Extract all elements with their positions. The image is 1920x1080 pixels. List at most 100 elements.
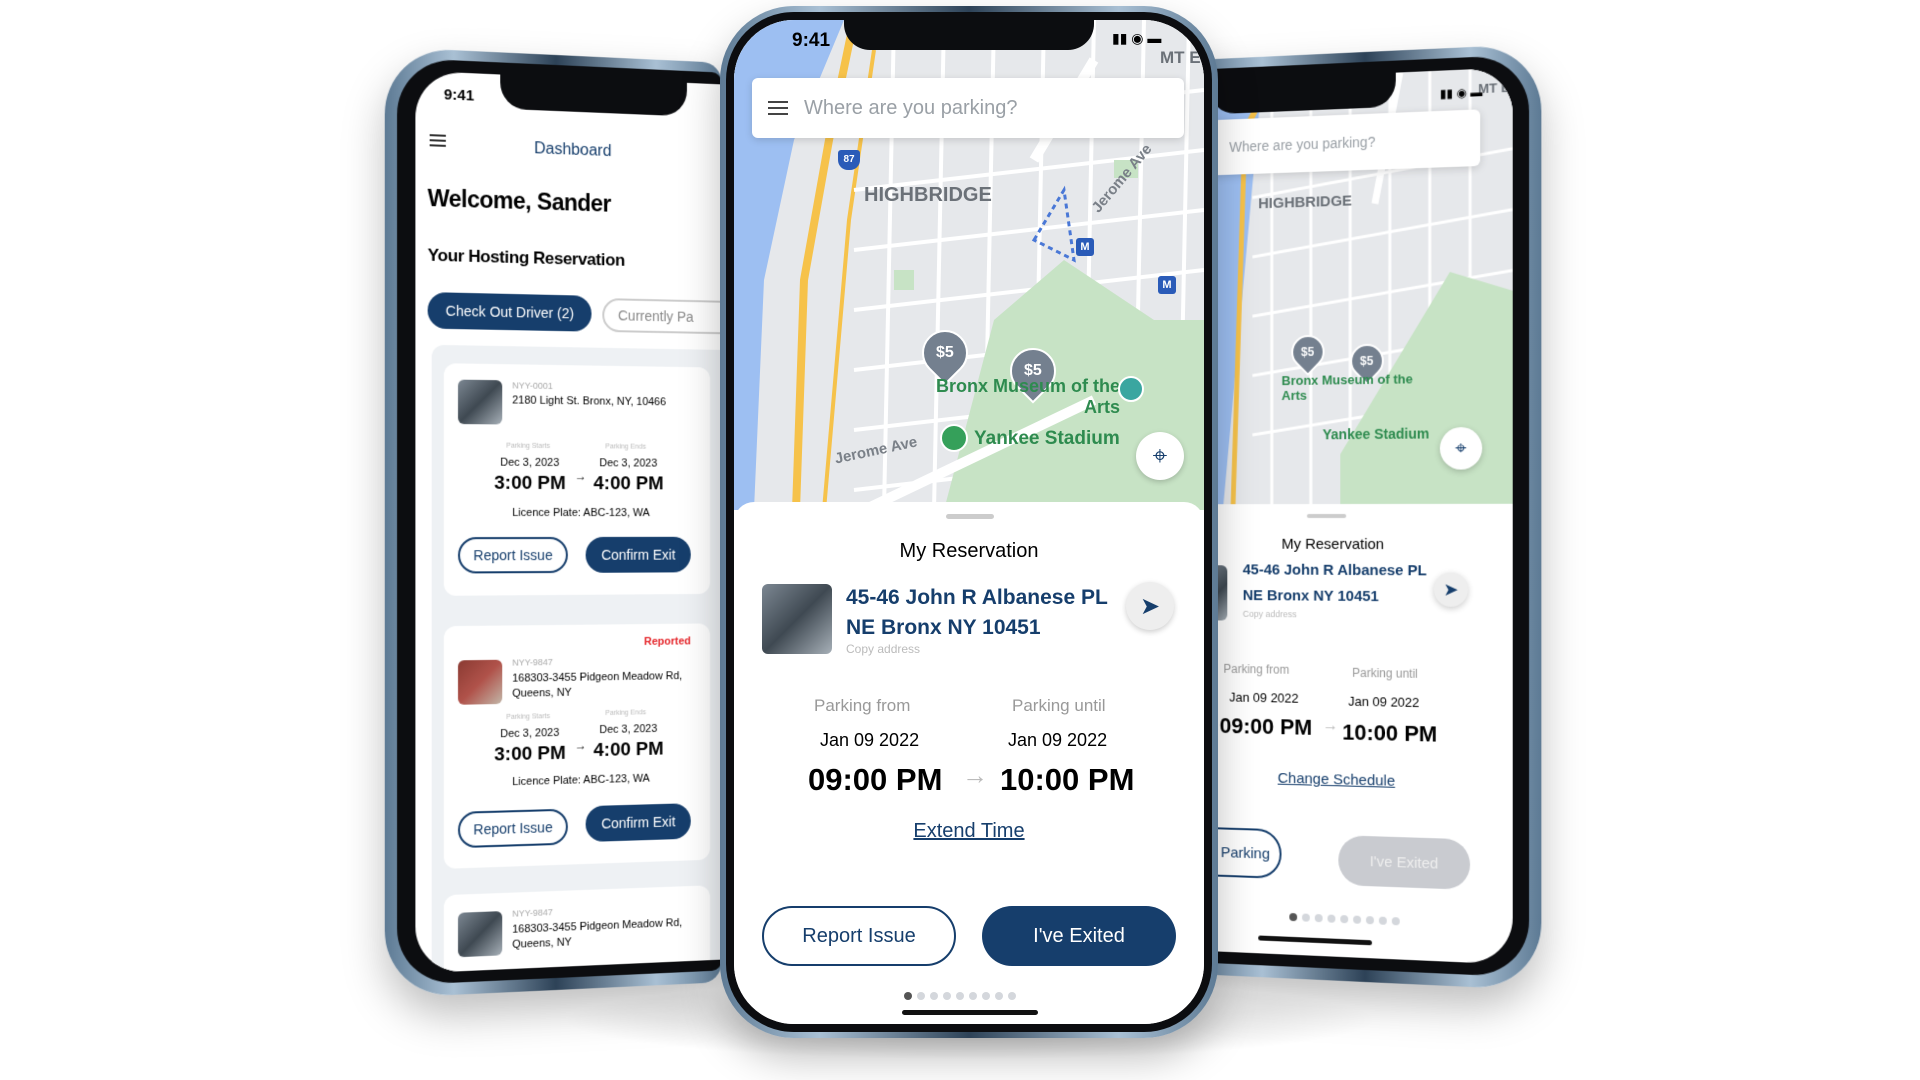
end-date: Dec 3, 2023 xyxy=(599,457,658,470)
arrow-right-icon: → xyxy=(574,469,587,484)
map-label-stadium: Yankee Stadium xyxy=(1322,425,1430,443)
copy-address-link[interactable]: Copy address xyxy=(1243,609,1297,619)
change-schedule-link[interactable]: Change Schedule xyxy=(1278,770,1395,790)
parking-photo xyxy=(457,379,503,425)
page-dot[interactable] xyxy=(1327,914,1336,923)
page-dot[interactable] xyxy=(956,992,964,1000)
confirm-exit-button[interactable]: Confirm Exit xyxy=(585,803,691,843)
navigate-button[interactable]: ➤ xyxy=(1433,572,1469,607)
start-date: Dec 3, 2023 xyxy=(500,456,560,470)
page-dot[interactable] xyxy=(1340,915,1349,924)
menu-icon[interactable] xyxy=(429,134,446,147)
page-dot[interactable] xyxy=(930,992,938,1000)
map-label-stadium: Yankee Stadium xyxy=(974,428,1120,449)
report-issue-button[interactable]: Report Issue xyxy=(457,808,568,849)
parking-photo xyxy=(457,659,503,705)
start-time: 3:00 PM xyxy=(494,472,566,495)
confirm-exit-button[interactable]: Confirm Exit xyxy=(585,536,691,573)
home-indicator[interactable] xyxy=(1258,935,1372,946)
arrow-right-icon: → xyxy=(962,760,988,790)
page-dot[interactable] xyxy=(995,992,1003,1000)
menu-icon[interactable] xyxy=(768,101,788,115)
report-issue-button[interactable]: Report Issue xyxy=(762,906,956,966)
page-dot[interactable] xyxy=(1314,913,1323,923)
arrow-right-icon: → xyxy=(574,738,587,753)
welcome-heading: Welcome, Sander xyxy=(427,184,611,217)
parking-until-label: Parking until xyxy=(1012,696,1106,715)
dashboard-screen: 9:41 Dashboard Welcome, Sander Your Host… xyxy=(415,70,722,974)
copy-address-link[interactable]: Copy address xyxy=(846,642,920,656)
search-input[interactable]: Where are you parking? xyxy=(752,78,1184,138)
status-badge: Reported xyxy=(644,635,691,648)
search-input[interactable]: Where are you parking? xyxy=(1194,109,1481,176)
parking-until-time: 10:00 PM xyxy=(1342,719,1438,747)
status-time: 9:41 xyxy=(443,86,475,105)
end-time: 4:00 PM xyxy=(593,473,664,495)
map-label-museum: Bronx Museum of the Arts xyxy=(935,376,1120,417)
end-date: Dec 3, 2023 xyxy=(599,722,658,737)
page-dot[interactable] xyxy=(1391,917,1400,926)
reservation-id: NYY-9847 xyxy=(512,907,553,919)
page-dot[interactable] xyxy=(1353,915,1362,924)
highway-shield-icon: 87 xyxy=(838,150,860,170)
page-dot[interactable] xyxy=(904,992,912,1000)
reservation-id: NYY-0001 xyxy=(512,380,553,391)
reservation-card: NYY-9847 168303-3455 Pidgeon Meadow Rd, … xyxy=(443,885,711,974)
start-label: Parking Starts xyxy=(506,442,551,450)
address-line1: 45-46 John R Albanese PL xyxy=(846,586,1108,609)
status-icons: ▮▮ ◉ ▬ xyxy=(1439,84,1483,101)
licence-plate: Licence Plate: ABC-123, WA xyxy=(512,506,650,520)
page-title: Dashboard xyxy=(534,140,612,161)
locate-me-button[interactable]: ⌖ xyxy=(1136,432,1184,480)
parking-from-date: Jan 09 2022 xyxy=(1229,689,1299,706)
sheet-handle[interactable] xyxy=(946,514,994,519)
page-dot[interactable] xyxy=(1008,992,1016,1000)
start-label: Parking Starts xyxy=(506,713,551,721)
reservation-card: Reported NYY-9847 168303-3455 Pidgeon Me… xyxy=(443,623,711,869)
start-time: 3:00 PM xyxy=(494,742,566,766)
map-view[interactable]: Where are you parking? MT E 87 HIGHBRIDG… xyxy=(734,20,1204,510)
parking-photo xyxy=(457,911,503,958)
reservation-title: My Reservation xyxy=(899,540,1039,562)
parking-from-label: Parking from xyxy=(1223,661,1290,677)
tab-currently-parked[interactable]: Currently Pa xyxy=(602,298,722,335)
end-label: Parking Ends xyxy=(605,709,646,718)
page-dot[interactable] xyxy=(1378,916,1387,925)
home-indicator[interactable] xyxy=(902,1010,1038,1015)
reservation-screen-alt: Where are you parking? HIGHBRIDGE MT E $… xyxy=(1194,67,1513,965)
navigate-button[interactable]: ➤ xyxy=(1126,582,1174,630)
right-phone: Where are you parking? HIGHBRIDGE MT E $… xyxy=(1194,43,1542,991)
arrow-right-icon: → xyxy=(1322,717,1339,735)
tab-check-out-driver[interactable]: Check Out Driver (2) xyxy=(427,292,592,332)
center-phone: Where are you parking? MT E 87 HIGHBRIDG… xyxy=(720,6,1218,1038)
parking-photo xyxy=(762,584,832,654)
exited-button-disabled[interactable]: I've Exited xyxy=(1338,835,1471,890)
status-icons: ▮▮ ◉ ▬ xyxy=(1112,30,1162,46)
exited-button[interactable]: I've Exited xyxy=(982,906,1176,966)
page-dot[interactable] xyxy=(943,992,951,1000)
locate-me-button[interactable]: ⌖ xyxy=(1439,426,1483,470)
address-line1: 45-46 John R Albanese PL xyxy=(1242,561,1427,580)
page-dot[interactable] xyxy=(969,992,977,1000)
parking-from-date: Jan 09 2022 xyxy=(820,730,920,750)
page-dot[interactable] xyxy=(1302,913,1310,922)
parking-until-label: Parking until xyxy=(1352,665,1418,681)
page-dot[interactable] xyxy=(1365,916,1374,925)
address-line2: NE Bronx NY 10451 xyxy=(1242,587,1379,606)
report-issue-button[interactable]: Report Issue xyxy=(457,536,568,574)
map-label-corner: MT E xyxy=(1478,79,1510,97)
parking-from-time: 09:00 PM xyxy=(808,762,943,797)
page-dot[interactable] xyxy=(917,992,925,1000)
section-heading: Your Hosting Reservation xyxy=(427,245,625,270)
start-date: Dec 3, 2023 xyxy=(500,726,560,741)
map-view[interactable]: Where are you parking? HIGHBRIDGE MT E $… xyxy=(1194,67,1513,505)
reservation-address: 2180 Light St. Bronx, NY, 10466 xyxy=(512,394,667,409)
page-dot[interactable] xyxy=(982,992,990,1000)
extend-time-link[interactable]: Extend Time xyxy=(734,820,1204,843)
page-dot[interactable] xyxy=(1289,912,1298,922)
reservation-address: 168303-3455 Pidgeon Meadow Rd, Queens, N… xyxy=(512,670,683,700)
map-label-neighborhood: HIGHBRIDGE xyxy=(1258,192,1352,213)
sheet-handle[interactable] xyxy=(1306,514,1347,518)
reservation-card: NYY-0001 2180 Light St. Bronx, NY, 10466… xyxy=(443,363,711,596)
licence-plate: Licence Plate: ABC-123, WA xyxy=(512,772,650,789)
